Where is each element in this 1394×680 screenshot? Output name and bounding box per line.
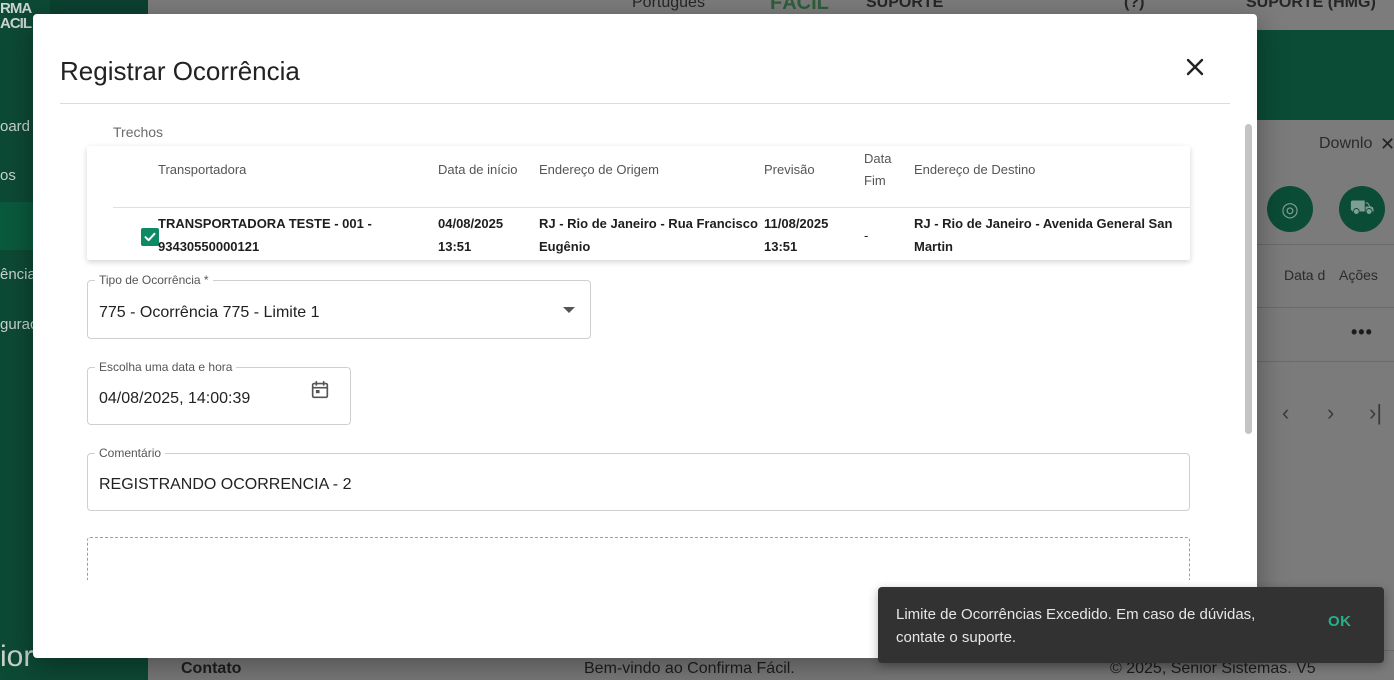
trechos-table: Transportadora Data de início Endereço d… [87, 146, 1190, 260]
comentario-value: REGISTRANDO OCORRENCIA - 2 [99, 476, 352, 493]
last-page-icon[interactable]: ›| [1369, 400, 1382, 426]
sidebar-item-pedidos[interactable]: os [0, 167, 16, 184]
contact-link[interactable]: Contato [181, 660, 241, 678]
header-previsao: Previsão [764, 162, 815, 177]
file-dropzone[interactable] [87, 537, 1190, 580]
cell-previsao: 11/08/2025 13:51 [764, 216, 829, 254]
truck-icon[interactable]: ⛟ [1339, 186, 1385, 232]
close-icon [1186, 58, 1204, 76]
dialog-title: Registrar Ocorrência [60, 56, 300, 86]
header-transportadora: Transportadora [158, 162, 247, 177]
column-header-acoes: Ações [1339, 267, 1378, 283]
header-data-fim: Data Fim [864, 151, 892, 188]
cell-transportadora: TRANSPORTADORA TESTE - 001 - 93430550000… [158, 216, 372, 254]
sidebar-item-configuracoes[interactable]: guraç [0, 316, 38, 333]
column-header-data: Data d [1284, 267, 1326, 283]
close-dialog-button[interactable] [1178, 50, 1212, 84]
scrollbar-thumb[interactable] [1245, 124, 1252, 434]
welcome-text: Bem-vindo ao Confirma Fácil. [584, 660, 795, 677]
brand-logo: FÁCIL [770, 0, 829, 14]
help-icon[interactable]: (?) [1124, 0, 1144, 12]
support-link[interactable]: SUPORTE [866, 0, 943, 12]
row-menu-icon[interactable]: ••• [1351, 322, 1373, 343]
cell-endereco-destino: RJ - Rio de Janeiro - Avenida General Sa… [914, 216, 1173, 254]
sidebar-senior-logo: ior [0, 640, 34, 673]
snackbar-ok-button[interactable]: OK [1328, 613, 1352, 630]
trechos-label: Trechos [113, 124, 164, 140]
chevron-left-icon[interactable]: ‹ [1282, 400, 1289, 426]
trecho-checkbox[interactable] [141, 228, 159, 246]
divider [1257, 307, 1394, 308]
data-hora-value: 04/08/2025, 14:00:39 [99, 390, 251, 407]
sidebar-item-ocorrencias[interactable]: ência [0, 266, 36, 283]
user-menu[interactable]: SUPORTE (HMG) [1246, 0, 1376, 12]
cell-data-fim: - [864, 228, 869, 243]
registrar-ocorrencia-dialog: Registrar Ocorrência Trechos Transportad… [33, 14, 1257, 658]
language-selector[interactable]: Português [632, 0, 705, 12]
header-data-inicio: Data de início [438, 162, 518, 177]
tipo-ocorrencia-value: 775 - Ocorrência 775 - Limite 1 [99, 304, 320, 321]
divider [1257, 361, 1394, 362]
close-icon[interactable]: ✕ [1380, 134, 1394, 155]
divider [1257, 244, 1394, 245]
tipo-ocorrencia-select[interactable]: Tipo de Ocorrência * 775 - Ocorrência 77… [87, 273, 591, 339]
dialog-body[interactable]: Trechos Transportadora Data de início En… [33, 104, 1257, 580]
cell-endereco-origem: RJ - Rio de Janeiro - Rua Francisco Eugê… [539, 216, 758, 254]
header-divider [113, 207, 1190, 208]
comentario-label: Comentário [95, 446, 166, 460]
dropdown-caret-icon [563, 307, 575, 313]
check-icon [144, 232, 156, 242]
sidebar-item-dashboard[interactable]: oard [0, 118, 30, 135]
chevron-right-icon[interactable]: › [1327, 400, 1334, 426]
snackbar-message: Limite de Ocorrências Excedido. Em caso … [896, 606, 1256, 646]
snackbar: Limite de Ocorrências Excedido. Em caso … [878, 587, 1384, 663]
compass-icon[interactable]: ◎ [1267, 186, 1313, 232]
header-endereco-origem: Endereço de Origem [539, 162, 659, 177]
cell-data-inicio: 04/08/2025 13:51 [438, 216, 504, 254]
calendar-icon[interactable] [309, 379, 331, 401]
download-button[interactable]: Downlo [1319, 135, 1372, 153]
data-hora-input[interactable]: Escolha uma data e hora 04/08/2025, 14:0… [87, 360, 351, 425]
comentario-input[interactable]: Comentário REGISTRANDO OCORRENCIA - 2 [87, 446, 1190, 511]
tipo-ocorrencia-label: Tipo de Ocorrência * [95, 273, 213, 287]
data-hora-label: Escolha uma data e hora [95, 360, 237, 374]
header-endereco-destino: Endereço de Destino [914, 162, 1036, 177]
